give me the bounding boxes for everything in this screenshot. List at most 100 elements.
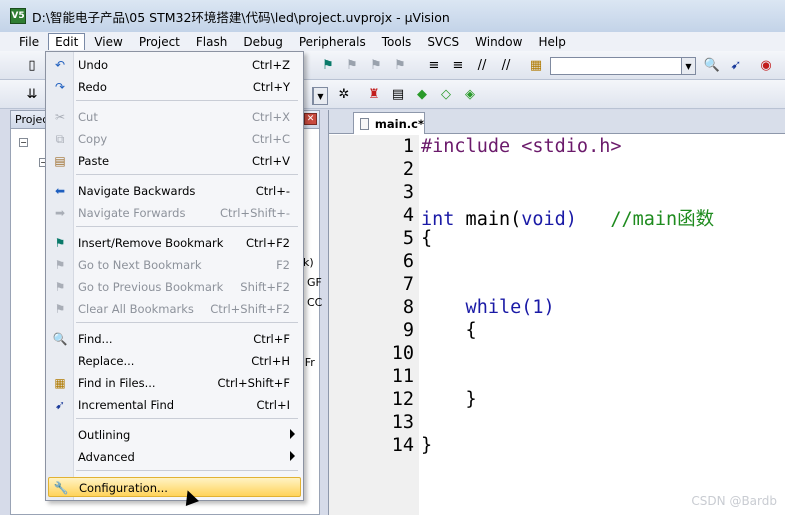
manage-components-icon[interactable]: ♜ (364, 84, 384, 104)
menu-item-shortcut: Ctrl+H (251, 354, 290, 368)
code-line[interactable]: 13 (329, 412, 785, 435)
menu-item-next-bookmark[interactable]: ⚑ Go to Next Bookmark F2 (48, 255, 301, 275)
menu-peripherals[interactable]: Peripherals (292, 33, 373, 51)
menu-item-label: Redo (78, 80, 107, 94)
menu-item-outlining[interactable]: Outlining (48, 425, 301, 445)
menu-item-label: Navigate Forwards (78, 206, 186, 220)
code-line[interactable]: 14 } (329, 435, 785, 458)
menu-item-label: Paste (78, 154, 110, 168)
code-line[interactable]: 1 #include <stdio.h> (329, 136, 785, 159)
undo-icon: ↶ (54, 58, 66, 72)
line-number: 1 (402, 136, 414, 157)
file-extensions-icon[interactable]: ▤ (388, 84, 408, 104)
find-in-files-icon: ▦ (54, 376, 66, 390)
tab-main-c[interactable]: main.c* (353, 112, 425, 134)
expand-icon[interactable]: − (19, 138, 28, 147)
menu-window[interactable]: Window (468, 33, 529, 51)
unindent-icon[interactable]: ≡ (448, 55, 468, 75)
title-bar: V5 D:\智能电子产品\05 STM32环境搭建\代码\led\project… (0, 0, 785, 32)
uncomment-icon[interactable]: // (496, 55, 516, 75)
code-line[interactable]: 12 } (329, 389, 785, 412)
next-bookmark-icon[interactable]: ⚑ (342, 55, 362, 75)
menu-item-shortcut: Ctrl+Z (252, 58, 290, 72)
menu-item-redo[interactable]: ↷ Redo Ctrl+Y (48, 77, 301, 97)
code-line[interactable]: 2 (329, 159, 785, 182)
menu-item-label: Configuration... (79, 481, 168, 495)
find-in-files-icon[interactable]: ▦ (526, 55, 546, 75)
comment-icon[interactable]: // (472, 55, 492, 75)
code-line[interactable]: 10 (329, 343, 785, 366)
menu-item-navigate-backwards[interactable]: ⬅ Navigate Backwards Ctrl+- (48, 181, 301, 201)
translate-icon[interactable]: ⇊ (22, 84, 42, 104)
code-text: { (421, 320, 477, 341)
chevron-down-icon[interactable]: ▼ (313, 88, 327, 104)
menu-debug[interactable]: Debug (236, 33, 289, 51)
menu-separator (76, 322, 298, 323)
menu-item-find-in-files[interactable]: ▦ Find in Files... Ctrl+Shift+F (48, 373, 301, 393)
code-line[interactable]: 3 (329, 182, 785, 205)
menu-item-label: Go to Next Bookmark (78, 258, 202, 272)
window-title: D:\智能电子产品\05 STM32环境搭建\代码\led\project.uv… (32, 9, 450, 25)
menu-item-incremental-find[interactable]: ➹ Incremental Find Ctrl+I (48, 395, 301, 415)
menu-item-navigate-forwards[interactable]: ➡ Navigate Forwards Ctrl+Shift+- (48, 203, 301, 223)
clear-bookmarks-icon[interactable]: ⚑ (390, 55, 410, 75)
menu-item-cut[interactable]: ✂ Cut Ctrl+X (48, 107, 301, 127)
menu-item-label: Advanced (78, 450, 135, 464)
close-icon[interactable]: ✕ (304, 113, 317, 125)
watermark: CSDN @Bardb (691, 494, 777, 508)
menu-project[interactable]: Project (132, 33, 187, 51)
menu-item-replace[interactable]: Replace... Ctrl+H (48, 351, 301, 371)
menu-item-copy[interactable]: ⧉ Copy Ctrl+C (48, 129, 301, 149)
menu-svcs[interactable]: SVCS (420, 33, 466, 51)
incremental-find-icon: ➹ (54, 398, 66, 412)
menu-file[interactable]: File (12, 33, 46, 51)
code-line[interactable]: 5 { (329, 228, 785, 251)
menu-item-find[interactable]: 🔍 Find... Ctrl+F (48, 329, 301, 349)
menu-item-configuration[interactable]: 🔧 Configuration... (48, 477, 301, 497)
tree-text-fragment: k) (303, 256, 314, 269)
target-combo[interactable]: ▼ (312, 87, 328, 105)
menu-edit[interactable]: Edit (48, 33, 86, 50)
menu-view[interactable]: View (87, 33, 129, 51)
menu-item-previous-bookmark[interactable]: ⚑ Go to Previous Bookmark Shift+F2 (48, 277, 301, 297)
menu-item-insert-remove-bookmark[interactable]: ⚑ Insert/Remove Bookmark Ctrl+F2 (48, 233, 301, 253)
code-text: while(1) (421, 297, 555, 318)
code-line[interactable]: 7 (329, 274, 785, 297)
indent-icon[interactable]: ≡ (424, 55, 444, 75)
prev-bookmark-icon: ⚑ (54, 280, 66, 294)
code-line[interactable]: 6 (329, 251, 785, 274)
rte-icon[interactable]: ◈ (460, 84, 480, 104)
menu-separator (76, 470, 298, 471)
find-icon[interactable]: 🔍 (702, 55, 722, 75)
menu-item-undo[interactable]: ↶ Undo Ctrl+Z (48, 55, 301, 75)
prev-bookmark-icon[interactable]: ⚑ (366, 55, 386, 75)
file-icon (360, 117, 369, 130)
code-text: { (421, 228, 433, 249)
menu-separator (76, 100, 298, 101)
menu-tools[interactable]: Tools (375, 33, 419, 51)
menu-item-paste[interactable]: ▤ Paste Ctrl+V (48, 151, 301, 171)
incremental-find-icon[interactable]: ➹ (726, 55, 746, 75)
app-icon: V5 (10, 8, 26, 24)
new-file-icon[interactable]: ▯ (22, 55, 42, 75)
menu-item-clear-bookmarks[interactable]: ⚑ Clear All Bookmarks Ctrl+Shift+F2 (48, 299, 301, 319)
code-line[interactable]: 11 (329, 366, 785, 389)
menu-help[interactable]: Help (531, 33, 572, 51)
find-combo[interactable]: ▼ (550, 57, 696, 75)
code-line[interactable]: 4 int main(void) //main函数 (329, 205, 785, 230)
line-number: 11 (391, 366, 414, 387)
line-number: 4 (402, 205, 414, 226)
bookmark-icon[interactable]: ⚑ (318, 55, 338, 75)
menu-flash[interactable]: Flash (189, 33, 234, 51)
debug-icon[interactable]: ◉ (756, 55, 776, 75)
pack-installer-icon[interactable]: ◆ (412, 84, 432, 104)
wrench-icon: 🔧 (53, 481, 69, 495)
submenu-arrow-icon (290, 429, 295, 439)
select-software-packs-icon[interactable]: ◇ (436, 84, 456, 104)
menu-item-advanced[interactable]: Advanced (48, 447, 301, 467)
target-options-icon[interactable]: ✲ (334, 84, 354, 104)
code-line[interactable]: 9 { (329, 320, 785, 343)
code-line[interactable]: 8 while(1) (329, 297, 785, 320)
chevron-down-icon[interactable]: ▼ (681, 58, 695, 74)
menu-item-label: Find in Files... (78, 376, 156, 390)
